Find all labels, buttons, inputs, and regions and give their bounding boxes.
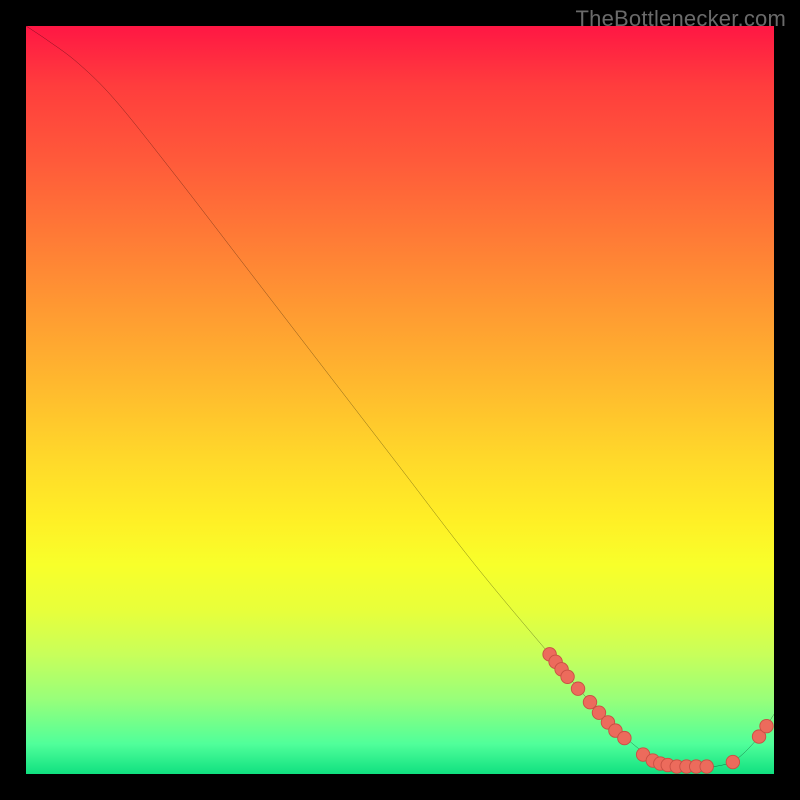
- data-point: [561, 670, 574, 683]
- data-point: [618, 731, 631, 744]
- plot-area: [26, 26, 774, 774]
- data-markers: [543, 648, 773, 774]
- data-point: [726, 755, 739, 768]
- data-point: [760, 719, 773, 732]
- curve-layer: [26, 26, 774, 774]
- bottleneck-curve: [26, 26, 774, 767]
- data-point: [571, 682, 584, 695]
- data-point: [700, 760, 713, 773]
- chart-frame: TheBottlenecker.com: [0, 0, 800, 800]
